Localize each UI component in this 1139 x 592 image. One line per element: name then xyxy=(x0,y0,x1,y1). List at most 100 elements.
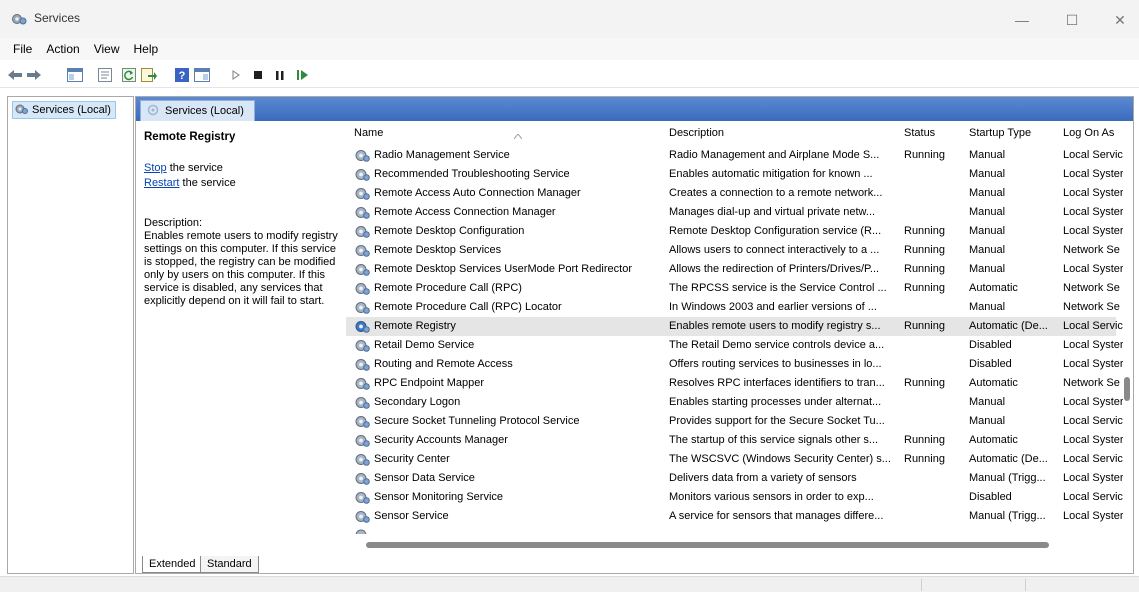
table-row[interactable]: Recommended Troubleshooting Service Enabl… xyxy=(346,165,1123,184)
column-header-startup-type[interactable]: Startup Type xyxy=(969,121,1063,145)
horizontal-scroll-thumb[interactable] xyxy=(366,542,1049,548)
service-startup-type: Manual (Trigg... xyxy=(969,472,1046,484)
service-gear-icon xyxy=(354,395,370,410)
horizontal-scrollbar[interactable] xyxy=(346,541,1123,550)
service-description: Enables starting processes under alterna… xyxy=(669,396,882,408)
service-status xyxy=(904,469,969,488)
service-gear-icon xyxy=(354,243,370,258)
service-name: Secondary Logon xyxy=(374,396,461,408)
properties-icon[interactable] xyxy=(97,67,113,83)
service-description: Resolves RPC interfaces identifiers to t… xyxy=(669,377,885,389)
back-icon[interactable] xyxy=(7,67,23,83)
tab-standard[interactable]: Standard xyxy=(200,556,259,573)
service-startup-type: Automatic xyxy=(969,434,1018,446)
service-startup-type: Disabled xyxy=(969,339,1012,351)
service-gear-icon xyxy=(354,167,370,182)
service-startup-type: Disabled xyxy=(969,491,1012,503)
menu-file[interactable]: File xyxy=(6,38,39,60)
table-row[interactable]: Radio Management Service Radio Management… xyxy=(346,146,1123,165)
services-gear-icon xyxy=(15,103,28,118)
service-name: Remote Desktop Services xyxy=(374,244,502,256)
service-gear-icon xyxy=(354,205,370,220)
table-row[interactable]: Remote Desktop Configuration Remote Deskt… xyxy=(346,222,1123,241)
service-startup-type: Manual xyxy=(969,301,1006,313)
selected-service-title: Remote Registry xyxy=(144,131,236,143)
sort-ascending-icon xyxy=(513,124,523,140)
table-row[interactable]: Remote Desktop Services Allows users to c… xyxy=(346,241,1120,260)
resume-service-icon[interactable] xyxy=(296,67,308,83)
tree-item-services-local[interactable]: Services (Local) xyxy=(12,101,116,119)
service-startup-type: Manual xyxy=(969,206,1006,218)
service-status xyxy=(904,203,969,222)
column-header-name-label: Name xyxy=(354,127,384,139)
table-row[interactable]: Retail Demo Service The Retail Demo servi… xyxy=(346,336,1123,355)
table-row[interactable]: Remote Procedure Call (RPC) The RPCSS ser… xyxy=(346,279,1120,298)
menu-help[interactable]: Help xyxy=(127,38,166,60)
column-header-status[interactable]: Status xyxy=(904,121,969,145)
service-log-on-as: Network Se xyxy=(1063,282,1120,294)
show-hide-action-pane-icon[interactable] xyxy=(194,67,210,83)
table-row[interactable]: Remote Registry Enables remote users to m… xyxy=(346,317,1123,336)
minimize-button[interactable]: — xyxy=(1002,8,1042,32)
service-log-on-as: Network Se xyxy=(1063,301,1120,313)
service-gear-icon xyxy=(354,414,370,429)
service-name: Remote Procedure Call (RPC) xyxy=(374,282,522,294)
start-service-icon[interactable] xyxy=(231,67,241,83)
tab-extended[interactable]: Extended xyxy=(142,556,203,573)
service-gear-icon xyxy=(354,357,370,372)
description-label: Description: xyxy=(144,217,203,229)
export-list-icon[interactable] xyxy=(141,67,157,83)
column-header-name[interactable]: Name xyxy=(354,121,669,145)
menu-action[interactable]: Action xyxy=(39,38,86,60)
service-description: Enables automatic mitigation for known .… xyxy=(669,168,873,180)
menu-view[interactable]: View xyxy=(87,38,127,60)
pause-service-icon[interactable] xyxy=(275,67,285,83)
stop-service-link[interactable]: Stop xyxy=(144,162,167,174)
table-row[interactable]: Security Accounts Manager The startup of … xyxy=(346,431,1123,450)
service-status xyxy=(904,298,969,317)
service-startup-type: Automatic xyxy=(969,377,1018,389)
table-row[interactable]: Routing and Remote Access Offers routing … xyxy=(346,355,1123,374)
service-log-on-as: Local Servic xyxy=(1063,453,1123,465)
vertical-scroll-thumb[interactable] xyxy=(1124,377,1130,401)
service-gear-icon xyxy=(354,148,370,163)
table-row[interactable]: Secondary Logon Enables starting processe… xyxy=(346,393,1123,412)
table-row[interactable]: RPC Endpoint Mapper Resolves RPC interfac… xyxy=(346,374,1120,393)
table-row[interactable]: Sensor Monitoring Service Monitors variou… xyxy=(346,488,1123,507)
service-log-on-as: Local Syster xyxy=(1063,434,1123,446)
service-name: RPC Endpoint Mapper xyxy=(374,377,485,389)
service-startup-type: Disabled xyxy=(969,358,1012,370)
stop-service-icon[interactable] xyxy=(253,67,263,83)
table-row[interactable]: Remote Access Auto Connection Manager Cre… xyxy=(346,184,1123,203)
refresh-icon[interactable] xyxy=(121,67,137,83)
table-row[interactable]: Security Center The WSCSVC (Windows Secur… xyxy=(346,450,1123,469)
table-row[interactable]: Remote Desktop Services UserMode Port Re… xyxy=(346,260,1123,279)
services-pane: Services (Local) Remote Registry Stop th… xyxy=(135,96,1134,574)
service-gear-icon xyxy=(354,300,370,315)
service-log-on-as: Local Syster xyxy=(1063,510,1123,522)
restart-line: Restart the service xyxy=(144,177,344,190)
restart-service-link[interactable]: Restart xyxy=(144,177,179,189)
service-log-on-as: Local Syster xyxy=(1063,225,1123,237)
service-name: Secure Socket Tunneling Protocol Service xyxy=(374,415,580,427)
table-row-partial[interactable] xyxy=(346,526,1116,534)
show-hide-console-tree-icon[interactable] xyxy=(67,67,83,83)
column-header-description[interactable]: Description xyxy=(669,121,904,145)
help-icon[interactable]: ? xyxy=(174,67,190,83)
forward-icon[interactable] xyxy=(26,67,42,83)
table-row[interactable]: Remote Procedure Call (RPC) Locator In Wi… xyxy=(346,298,1120,317)
table-row[interactable]: Sensor Data Service Delivers data from a … xyxy=(346,469,1123,488)
service-status: Running xyxy=(904,282,945,294)
vertical-scrollbar[interactable] xyxy=(1123,121,1133,553)
service-status xyxy=(904,336,969,355)
table-row[interactable]: Sensor Service A service for sensors that… xyxy=(346,507,1123,526)
service-name: Remote Access Connection Manager xyxy=(374,206,556,218)
service-log-on-as: Local Servic xyxy=(1063,415,1123,427)
service-description: Provides support for the Secure Socket T… xyxy=(669,415,885,427)
close-button[interactable]: ✕ xyxy=(1100,8,1139,32)
table-row[interactable]: Remote Access Connection Manager Manages … xyxy=(346,203,1123,222)
table-row[interactable]: Secure Socket Tunneling Protocol Service… xyxy=(346,412,1123,431)
maximize-button[interactable]: ☐ xyxy=(1052,8,1092,32)
service-startup-type: Manual xyxy=(969,149,1006,161)
service-log-on-as: Local Syster xyxy=(1063,206,1123,218)
